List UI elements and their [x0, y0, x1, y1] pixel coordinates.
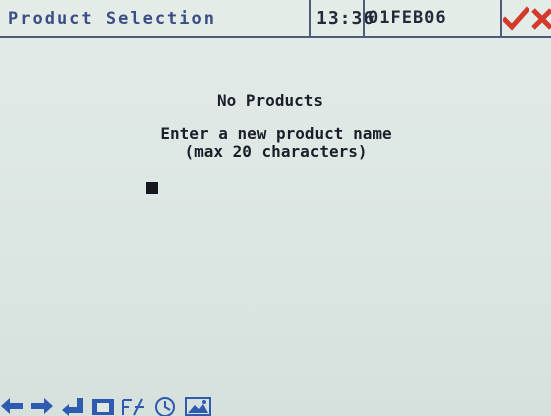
arrow-right-icon[interactable] — [30, 396, 54, 416]
clock-icon[interactable] — [152, 396, 178, 416]
header-divider — [363, 0, 365, 36]
arrow-left-icon[interactable] — [0, 396, 24, 416]
header-bar: Product Selection 13:36 01FEB06 — [0, 0, 551, 38]
clock-time: 13:36 — [316, 8, 376, 29]
product-name-input-cursor[interactable] — [146, 182, 158, 194]
header-divider — [309, 0, 311, 36]
screen-icon[interactable] — [90, 396, 116, 416]
prompt-hint: (max 20 characters) — [184, 142, 368, 161]
page-title: Product Selection — [8, 9, 216, 29]
no-products-message: No Products — [217, 91, 323, 110]
enter-icon[interactable] — [60, 396, 84, 416]
clock-date: 01FEB06 — [368, 8, 447, 28]
function-icon[interactable] — [120, 396, 146, 416]
x-icon[interactable] — [530, 6, 551, 32]
prompt-line: Enter a new product name — [160, 124, 392, 143]
bottom-toolbar — [0, 396, 551, 416]
lcd-screen: Product Selection 13:36 01FEB06 No Produ… — [0, 0, 551, 416]
header-divider — [500, 0, 502, 36]
picture-icon[interactable] — [184, 396, 212, 416]
checkmark-icon[interactable] — [503, 6, 529, 32]
product-name-prompt: Enter a new product name (max 20 charact… — [0, 125, 551, 161]
